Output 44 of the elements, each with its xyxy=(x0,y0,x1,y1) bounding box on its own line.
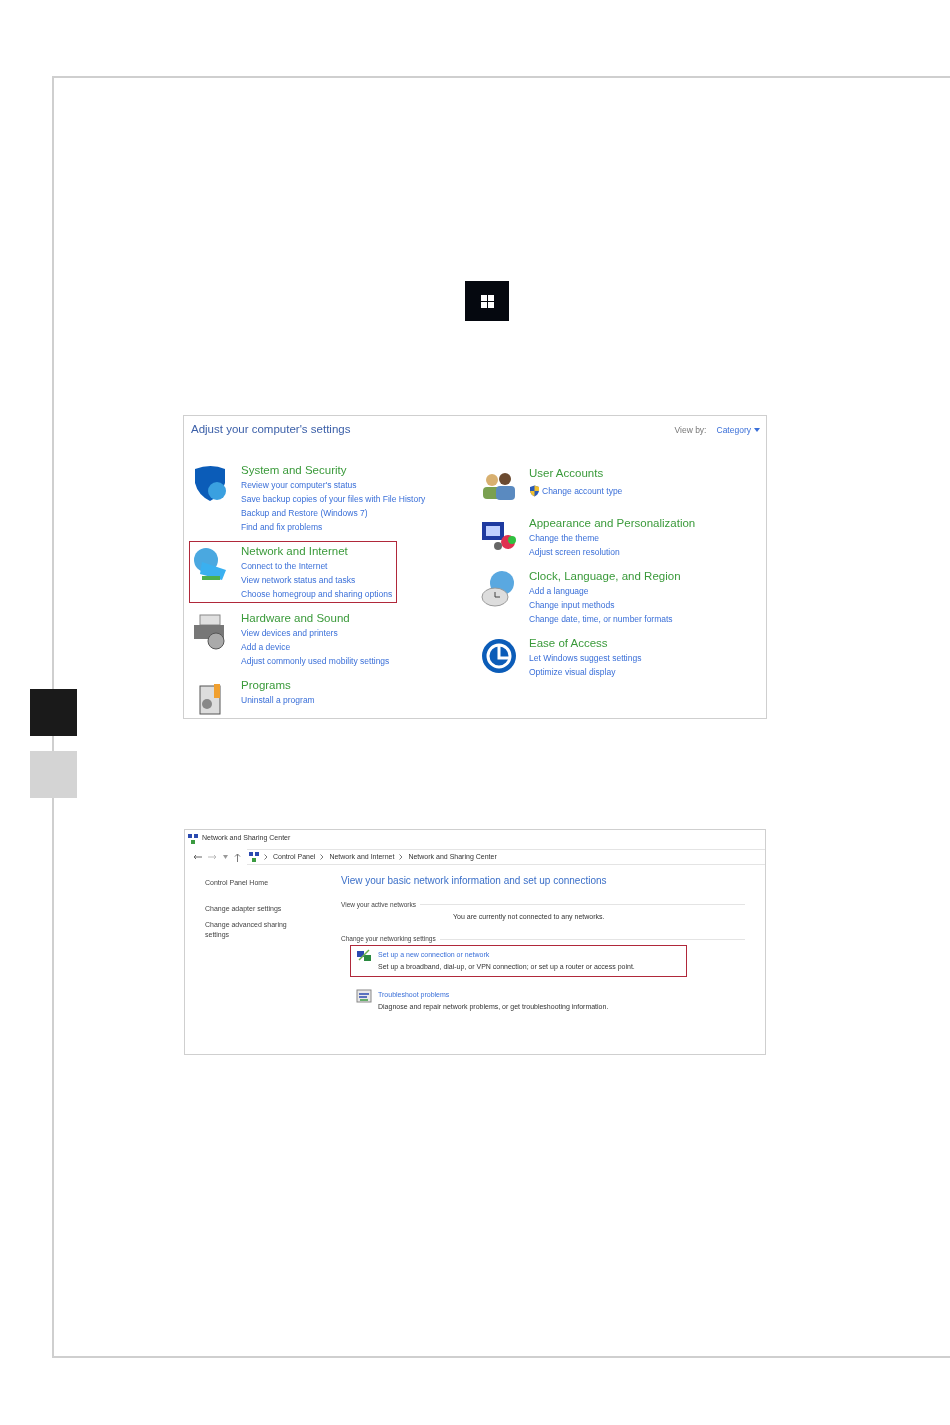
category-link[interactable]: Programs xyxy=(241,677,315,694)
category-link[interactable]: Appearance and Personalization xyxy=(529,515,696,532)
task-link[interactable]: Adjust commonly used mobility settings xyxy=(241,654,390,669)
task-link[interactable]: Change input methods xyxy=(529,598,615,613)
caret-icon[interactable] xyxy=(223,855,228,859)
troubleshoot-icon xyxy=(356,989,372,1003)
category-link[interactable]: Hardware and Sound xyxy=(241,610,390,627)
task-link[interactable]: Let Windows suggest settings xyxy=(529,651,642,666)
chevron-right-icon xyxy=(320,854,325,860)
category-link[interactable]: Clock, Language, and Region xyxy=(529,568,681,585)
task-link[interactable]: Uninstall a program xyxy=(241,693,315,708)
task-link[interactable]: Connect to the Internet xyxy=(241,559,328,574)
task-link[interactable]: Optimize visual display xyxy=(529,665,616,680)
task-link[interactable]: Adjust screen resolution xyxy=(529,545,620,560)
panel-title: Adjust your computer's settings xyxy=(191,422,351,437)
category-link[interactable]: User Accounts xyxy=(529,465,623,482)
task-link[interactable]: Change account type xyxy=(542,484,623,499)
caret-icon xyxy=(754,428,760,433)
network-icon xyxy=(188,833,198,844)
windows-key-icon xyxy=(465,281,509,321)
task-link[interactable]: View devices and printers xyxy=(241,626,338,641)
up-arrow-icon[interactable] xyxy=(234,852,241,862)
network-icon xyxy=(249,852,259,862)
task-link[interactable]: Find and fix problems xyxy=(241,520,323,535)
task-link[interactable]: Add a device xyxy=(241,640,291,655)
category-link[interactable]: Network and Internet xyxy=(241,543,393,560)
chevron-right-icon xyxy=(399,854,404,860)
page-heading: View your basic network information and set up connections xyxy=(341,874,608,888)
category-link[interactable]: Ease of Access xyxy=(529,635,642,652)
chapter-tab-marker xyxy=(30,689,77,736)
view-by-dropdown[interactable]: Category xyxy=(716,424,760,437)
network-setup-icon xyxy=(356,949,372,963)
task-link[interactable]: Change date, time, or number formats xyxy=(529,612,673,627)
task-link[interactable]: Save backup copies of your files with File History xyxy=(241,492,426,507)
task-link[interactable]: View network status and tasks xyxy=(241,573,356,588)
task-link[interactable]: Backup and Restore (Windows 7) xyxy=(241,506,368,521)
category-link[interactable]: System and Security xyxy=(241,462,426,479)
task-link[interactable]: Choose homegroup and sharing options xyxy=(241,587,393,602)
task-link[interactable]: Review your computer's status xyxy=(241,478,357,493)
chevron-right-icon xyxy=(264,854,268,860)
back-arrow-icon[interactable] xyxy=(193,854,202,860)
view-by-label: View by: xyxy=(674,424,707,437)
task-link[interactable]: Add a language xyxy=(529,584,589,599)
task-link[interactable]: Change the theme xyxy=(529,531,599,546)
